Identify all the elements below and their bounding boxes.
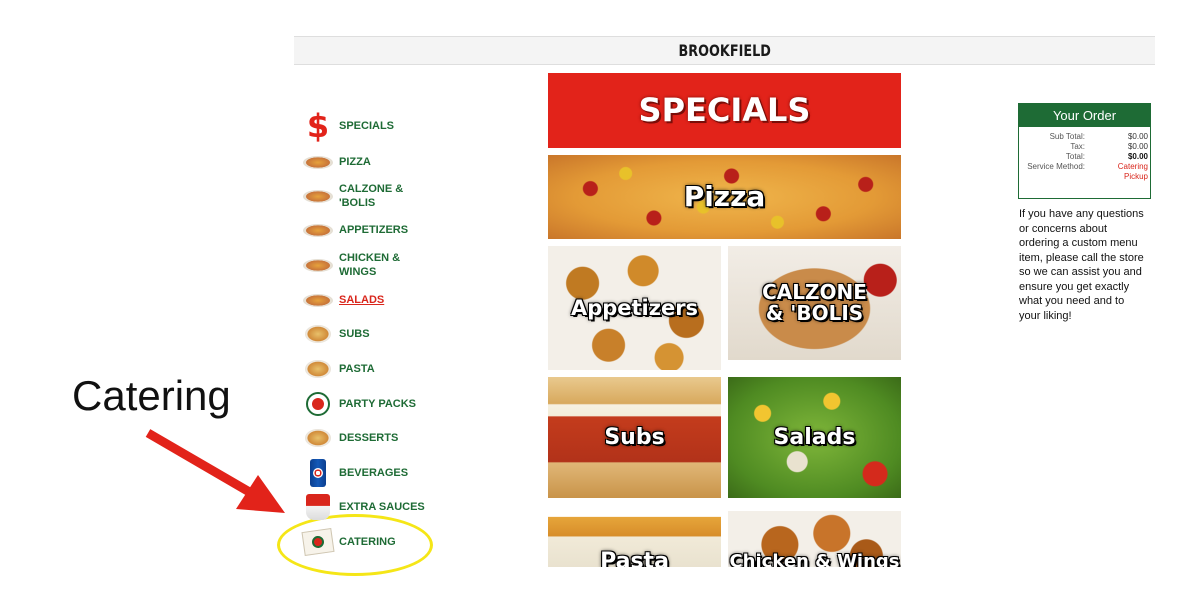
tile-title: Pizza: [683, 180, 766, 214]
tile-specials[interactable]: SPECIALS: [548, 73, 901, 148]
salad-icon: [300, 286, 336, 314]
sidebar-item-specials[interactable]: $ SPECIALS: [300, 107, 450, 145]
sidebar-item-catering[interactable]: CATERING: [300, 528, 450, 556]
sidebar-item-label: DESSERTS: [339, 432, 399, 444]
pasta-icon: [300, 355, 336, 383]
sidebar-item-label: PARTY PACKS: [339, 398, 417, 410]
sidebar-item-label: PASTA: [339, 363, 375, 375]
sidebar-item-party-packs[interactable]: PARTY PACKS: [300, 390, 450, 418]
tile-title: Pasta: [600, 549, 669, 567]
tile-chicken-wings[interactable]: Chicken & Wings: [728, 511, 901, 567]
sidebar-item-label: CATERING: [339, 536, 396, 548]
sidebar-item-label: CALZONE & 'BOLIS: [339, 183, 404, 209]
sidebar-item-beverages[interactable]: BEVERAGES: [300, 459, 450, 487]
sidebar-item-extra-sauces[interactable]: EXTRA SAUCES: [300, 493, 450, 521]
tile-title: Appetizers: [570, 295, 699, 320]
sidebar-item-label: CHICKEN & WINGS: [339, 252, 401, 278]
sidebar-item-calzone[interactable]: CALZONE & 'BOLIS: [300, 182, 450, 210]
appetizers-icon: [300, 216, 336, 244]
store-name: BROOKFIELD: [678, 41, 771, 60]
order-row-label: Total:: [1065, 152, 1085, 161]
sidebar-item-label: PIZZA: [339, 156, 371, 168]
tile-pizza[interactable]: Pizza: [548, 155, 901, 239]
tile-title: Salads: [773, 424, 856, 450]
order-row-label: Tax:: [1070, 142, 1085, 151]
wings-icon: [300, 251, 336, 279]
sidebar-item-desserts[interactable]: DESSERTS: [300, 424, 450, 452]
sidebar-item-appetizers[interactable]: APPETIZERS: [300, 216, 450, 244]
order-row-service-method: Service Method: Catering Pickup: [1021, 162, 1148, 182]
pizza-icon: [300, 148, 336, 176]
sidebar-item-subs[interactable]: SUBS: [300, 320, 450, 348]
order-row-value: $0.00: [1127, 132, 1148, 141]
annotation-arrow-icon: [145, 429, 285, 513]
sidebar-item-label: SUBS: [339, 328, 370, 340]
tile-subs[interactable]: Subs: [548, 377, 721, 498]
tile-title: Chicken & Wings: [729, 550, 900, 567]
dessert-icon: [300, 424, 336, 452]
dollar-icon: $: [306, 107, 330, 145]
sidebar-item-pizza[interactable]: PIZZA: [300, 148, 450, 176]
tile-title: Subs: [604, 424, 665, 450]
sidebar-item-label: SALADS: [339, 294, 385, 306]
order-summary-panel: Your Order Sub Total: $0.00 Tax: $0.00 T…: [1018, 103, 1151, 199]
sidebar-item-chicken-wings[interactable]: CHICKEN & WINGS: [300, 251, 450, 279]
order-row-value[interactable]: Catering Pickup: [1101, 162, 1148, 182]
soda-can-icon: [300, 459, 336, 487]
order-row-value: $0.00: [1127, 142, 1148, 151]
order-row-subtotal: Sub Total: $0.00: [1021, 132, 1148, 142]
calzone-icon: [300, 182, 336, 210]
sidebar-item-label: SPECIALS: [339, 120, 395, 132]
store-header: BROOKFIELD: [294, 36, 1155, 65]
order-row-total: Total: $0.00: [1021, 152, 1148, 162]
tile-pasta[interactable]: Pasta: [548, 511, 721, 567]
party-pack-icon: [300, 390, 336, 418]
tile-title: SPECIALS: [638, 90, 811, 129]
tile-appetizers[interactable]: Appetizers: [548, 246, 721, 370]
sidebar-item-salads[interactable]: SALADS: [300, 286, 450, 314]
order-row-value: $0.00: [1127, 152, 1148, 161]
sidebar-item-label: EXTRA SAUCES: [339, 501, 425, 513]
sub-icon: [300, 320, 336, 348]
sidebar-item-label: BEVERAGES: [339, 467, 409, 479]
order-title: Your Order: [1019, 104, 1150, 127]
tile-title: CALZONE & 'BOLIS: [762, 280, 867, 325]
sauce-cup-icon: [300, 493, 336, 521]
order-row-label: Sub Total:: [1049, 132, 1085, 141]
order-row-tax: Tax: $0.00: [1021, 142, 1148, 152]
sidebar-item-label: APPETIZERS: [339, 224, 409, 236]
catering-box-icon: [300, 528, 336, 556]
sidebar-item-pasta[interactable]: PASTA: [300, 355, 450, 383]
order-row-label: Service Method:: [1027, 162, 1085, 171]
annotation-label: Catering: [72, 372, 231, 419]
tile-calzone-bolis[interactable]: CALZONE & 'BOLIS: [728, 246, 901, 360]
tile-salads[interactable]: Salads: [728, 377, 901, 498]
order-help-note: If you have any questions or concerns ab…: [1019, 208, 1144, 322]
